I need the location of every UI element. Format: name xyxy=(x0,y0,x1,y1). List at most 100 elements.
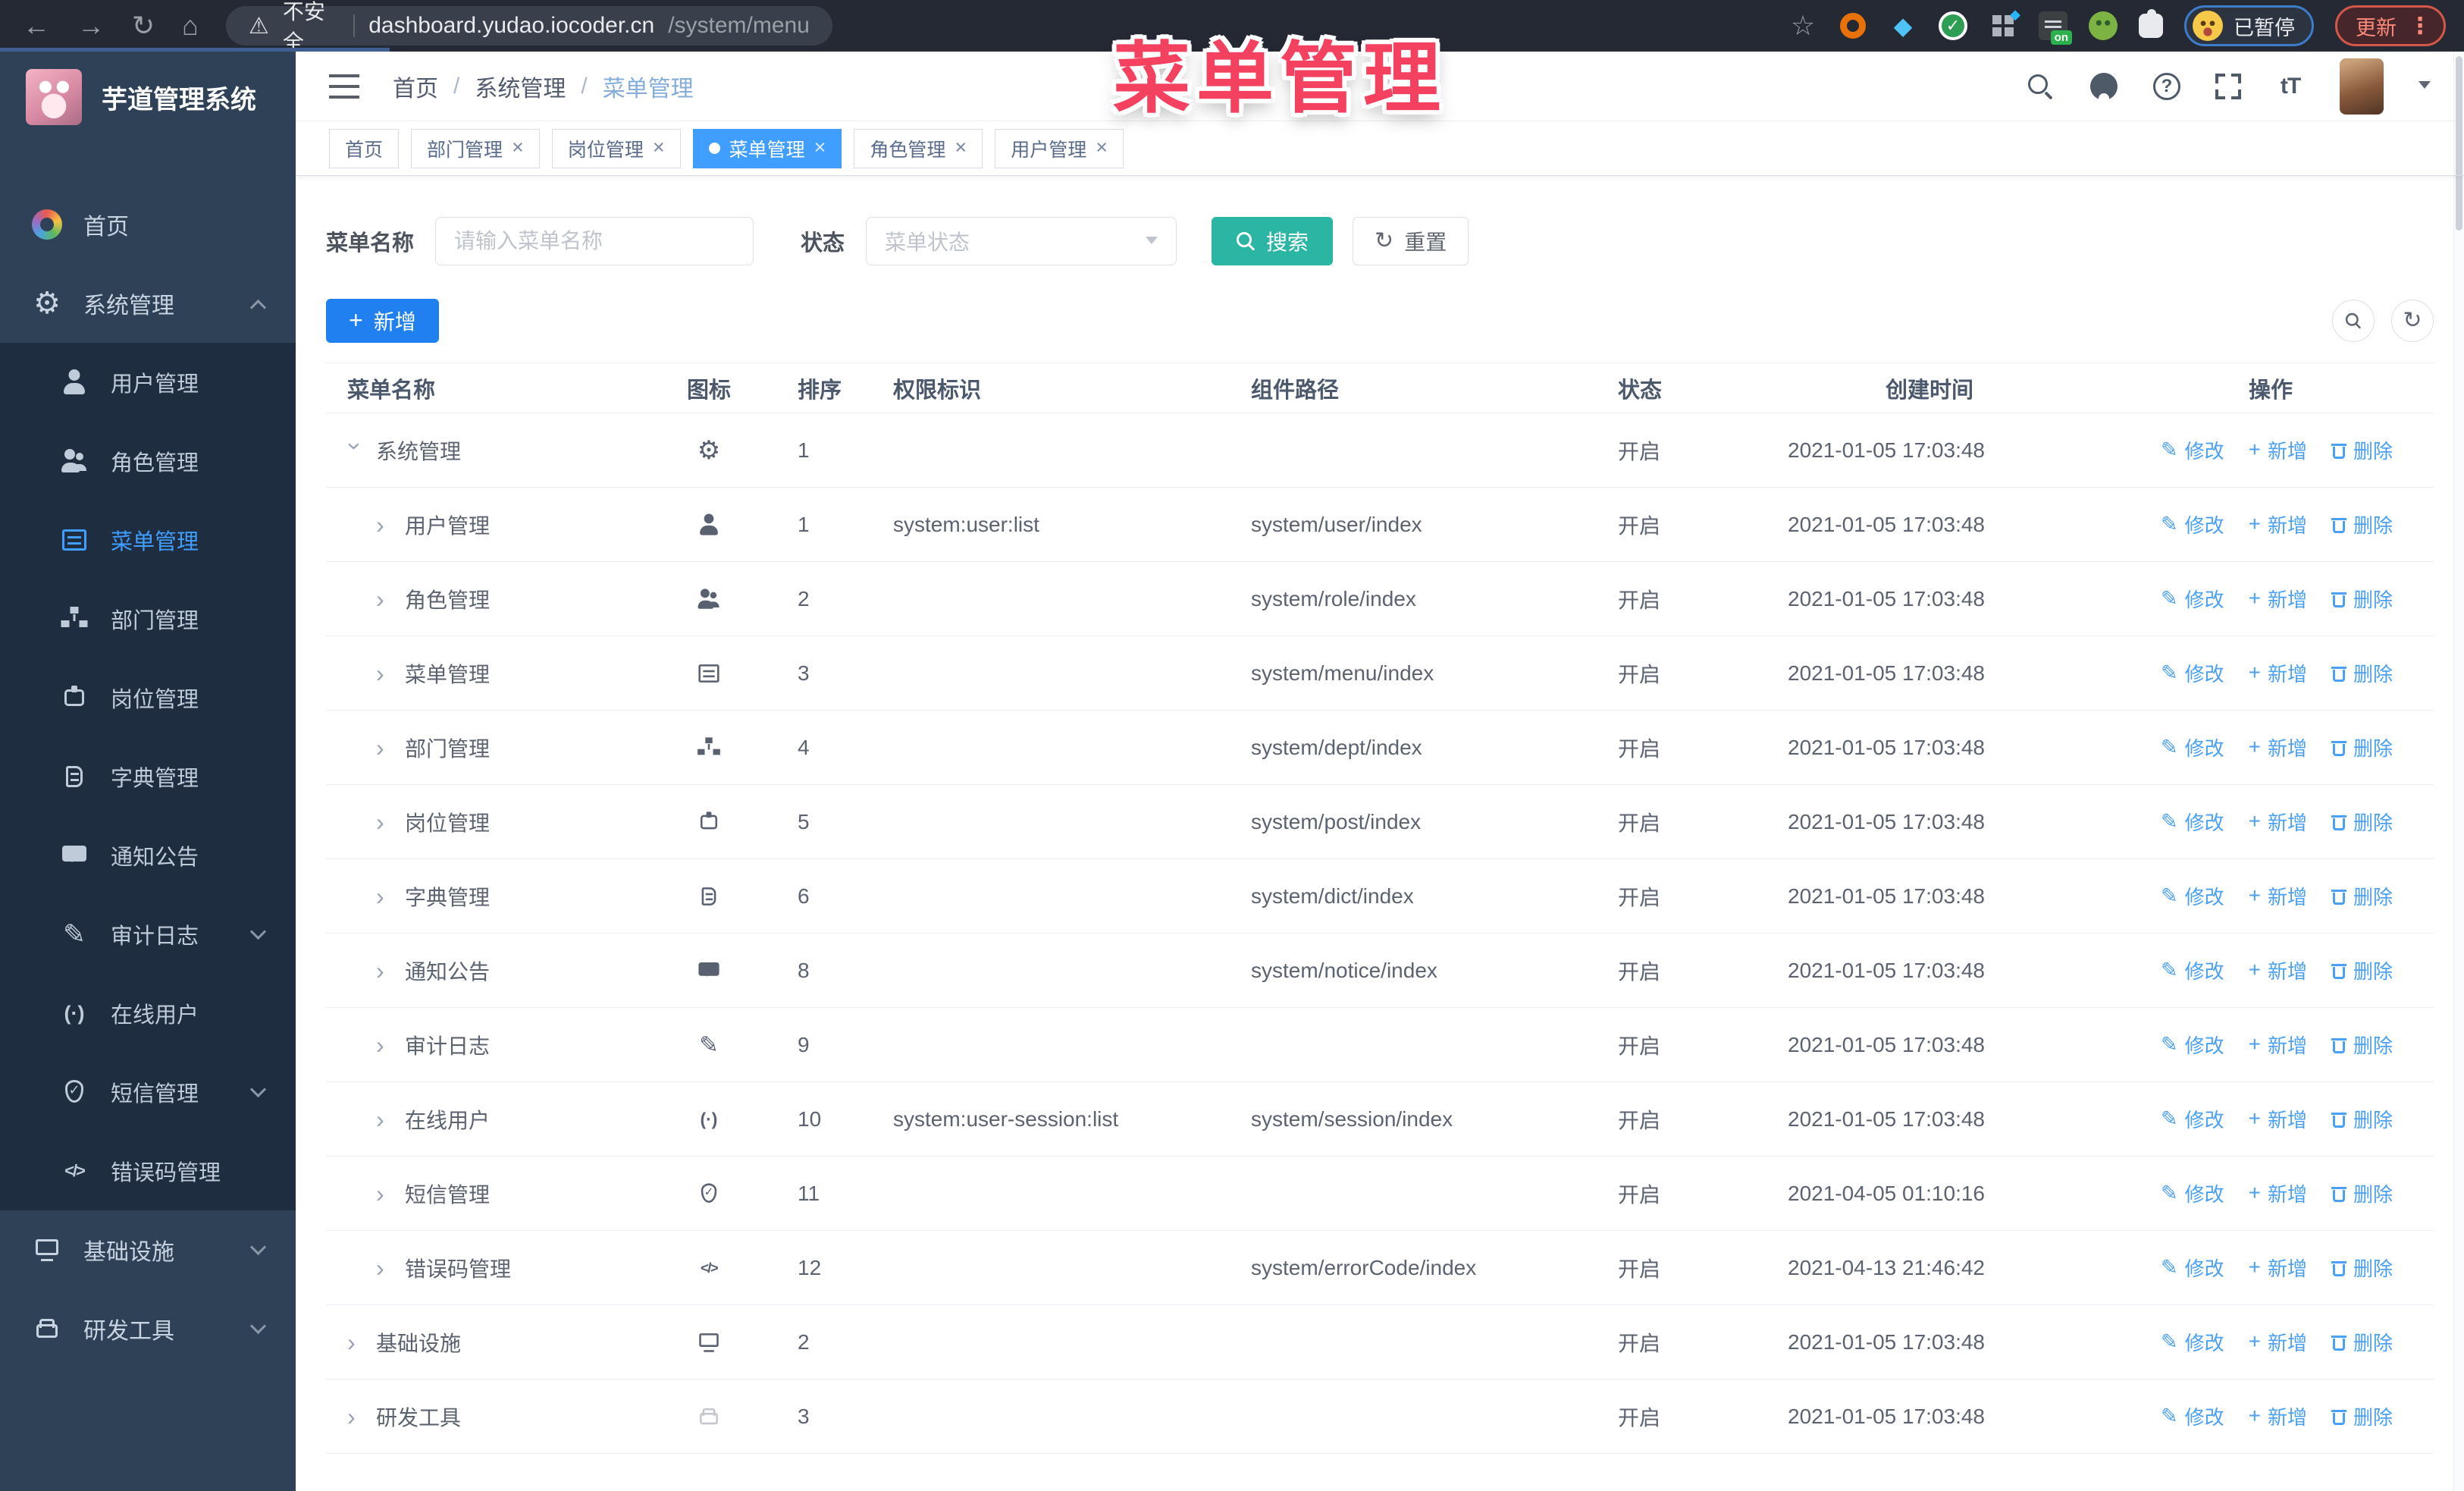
add-link[interactable]: 新增 xyxy=(2249,659,2307,687)
update-button[interactable]: 更新 xyxy=(2335,5,2446,46)
breadcrumb-home[interactable]: 首页 xyxy=(393,70,438,103)
sidebar-item[interactable]: 部门管理 xyxy=(0,579,296,658)
tab-tag[interactable]: 岗位管理 xyxy=(551,128,681,168)
edit-link[interactable]: 修改 xyxy=(2161,659,2224,687)
add-link[interactable]: 新增 xyxy=(2249,510,2307,538)
menu-name-input[interactable] xyxy=(435,217,754,265)
edit-link[interactable]: 修改 xyxy=(2161,956,2224,984)
add-link[interactable]: 新增 xyxy=(2249,1328,2307,1356)
add-link[interactable]: 新增 xyxy=(2249,1254,2307,1282)
sidebar-item[interactable]: 用户管理 xyxy=(0,343,296,422)
tab-tag[interactable]: 角色管理 xyxy=(854,128,983,168)
tab-tag[interactable]: 用户管理 xyxy=(995,128,1124,168)
kebab-menu-icon[interactable] xyxy=(2409,13,2431,39)
tab-tag[interactable]: 部门管理 xyxy=(411,128,540,168)
expand-caret-icon[interactable] xyxy=(376,810,393,834)
add-link[interactable]: 新增 xyxy=(2249,1402,2307,1430)
tab-tag[interactable]: 菜单管理 xyxy=(692,128,842,168)
delete-link[interactable]: 删除 xyxy=(2331,1105,2393,1133)
ext-orange-icon[interactable] xyxy=(1839,11,1867,40)
delete-link[interactable]: 删除 xyxy=(2331,510,2393,538)
edit-link[interactable]: 修改 xyxy=(2161,1402,2224,1430)
expand-caret-icon[interactable] xyxy=(376,736,393,760)
hamburger-icon[interactable] xyxy=(329,74,359,99)
sidebar-item[interactable]: 短信管理 xyxy=(0,1053,296,1132)
add-link[interactable]: 新增 xyxy=(2249,1105,2307,1133)
expand-caret-icon[interactable] xyxy=(343,442,368,459)
expand-caret-icon[interactable] xyxy=(347,1330,364,1354)
expand-caret-icon[interactable] xyxy=(376,1033,393,1057)
home-nav-icon[interactable]: ⌂ xyxy=(182,12,199,39)
delete-link[interactable]: 删除 xyxy=(2331,733,2393,761)
fullscreen-icon[interactable] xyxy=(2215,73,2241,99)
expand-caret-icon[interactable] xyxy=(376,661,393,686)
edit-link[interactable]: 修改 xyxy=(2161,436,2224,464)
close-icon[interactable] xyxy=(512,137,524,159)
help-icon[interactable] xyxy=(2153,72,2180,100)
sidebar-item[interactable]: 研发工具 xyxy=(0,1289,296,1368)
avatar-caret-icon[interactable] xyxy=(2419,74,2431,99)
edit-link[interactable]: 修改 xyxy=(2161,1105,2224,1133)
expand-caret-icon[interactable] xyxy=(347,1405,364,1429)
edit-link[interactable]: 修改 xyxy=(2161,1179,2224,1207)
page-scrollbar[interactable] xyxy=(2453,52,2464,1491)
sidebar-item[interactable]: 系统管理 xyxy=(0,264,296,343)
delete-link[interactable]: 删除 xyxy=(2331,436,2393,464)
delete-link[interactable]: 删除 xyxy=(2331,808,2393,836)
sidebar-item[interactable]: 岗位管理 xyxy=(0,658,296,737)
search-icon[interactable] xyxy=(2026,72,2055,101)
sidebar-item[interactable]: 错误码管理 xyxy=(0,1132,296,1210)
profile-paused-button[interactable]: 已暂停 xyxy=(2184,5,2314,46)
sidebar-item[interactable]: 通知公告 xyxy=(0,816,296,895)
user-avatar[interactable] xyxy=(2340,58,2384,115)
sidebar-item[interactable]: 字典管理 xyxy=(0,737,296,816)
refresh-table-button[interactable] xyxy=(2391,300,2434,342)
ext-gem-icon[interactable] xyxy=(1889,11,1917,40)
expand-caret-icon[interactable] xyxy=(376,587,393,611)
github-icon[interactable] xyxy=(2089,72,2118,101)
reload-icon[interactable]: ↻ xyxy=(132,12,155,39)
reset-button[interactable]: 重置 xyxy=(1353,217,1469,265)
sidebar-item[interactable]: 首页 xyxy=(0,185,296,264)
add-link[interactable]: 新增 xyxy=(2249,436,2307,464)
edit-link[interactable]: 修改 xyxy=(2161,882,2224,910)
ext-monkey-icon[interactable] xyxy=(2089,11,2118,40)
edit-link[interactable]: 修改 xyxy=(2161,1254,2224,1282)
edit-link[interactable]: 修改 xyxy=(2161,808,2224,836)
add-link[interactable]: 新增 xyxy=(2249,1179,2307,1207)
sidebar-item[interactable]: 菜单管理 xyxy=(0,501,296,579)
search-button[interactable]: 搜索 xyxy=(1212,217,1334,265)
delete-link[interactable]: 删除 xyxy=(2331,882,2393,910)
edit-link[interactable]: 修改 xyxy=(2161,585,2224,613)
add-link[interactable]: 新增 xyxy=(2249,733,2307,761)
app-logo[interactable]: 芋道管理系统 xyxy=(0,52,296,143)
sidebar-item[interactable]: 在线用户 xyxy=(0,974,296,1053)
bookmark-star-icon[interactable] xyxy=(1788,11,1817,40)
add-button[interactable]: 新增 xyxy=(326,299,439,343)
expand-caret-icon[interactable] xyxy=(376,1182,393,1206)
close-icon[interactable] xyxy=(955,137,967,159)
delete-link[interactable]: 删除 xyxy=(2331,1402,2393,1430)
status-select[interactable]: 菜单状态 xyxy=(866,217,1177,265)
back-icon[interactable]: ← xyxy=(23,12,50,39)
close-icon[interactable] xyxy=(653,137,665,159)
delete-link[interactable]: 删除 xyxy=(2331,585,2393,613)
url-bar[interactable]: 不安全 dashboard.yudao.iocoder.cn/system/me… xyxy=(225,0,832,54)
add-link[interactable]: 新增 xyxy=(2249,585,2307,613)
delete-link[interactable]: 删除 xyxy=(2331,956,2393,984)
edit-link[interactable]: 修改 xyxy=(2161,733,2224,761)
ext-green-check-icon[interactable] xyxy=(1939,11,1967,40)
expand-caret-icon[interactable] xyxy=(376,513,393,537)
ext-on-icon[interactable] xyxy=(2039,11,2072,45)
sidebar-item[interactable]: 基础设施 xyxy=(0,1210,296,1289)
add-link[interactable]: 新增 xyxy=(2249,1031,2307,1059)
textsize-icon[interactable] xyxy=(2276,72,2305,101)
edit-link[interactable]: 修改 xyxy=(2161,510,2224,538)
add-link[interactable]: 新增 xyxy=(2249,808,2307,836)
expand-caret-icon[interactable] xyxy=(376,1107,393,1132)
expand-caret-icon[interactable] xyxy=(376,884,393,909)
add-link[interactable]: 新增 xyxy=(2249,956,2307,984)
edit-link[interactable]: 修改 xyxy=(2161,1328,2224,1356)
toggle-search-button[interactable] xyxy=(2332,300,2375,342)
expand-caret-icon[interactable] xyxy=(376,1256,393,1280)
